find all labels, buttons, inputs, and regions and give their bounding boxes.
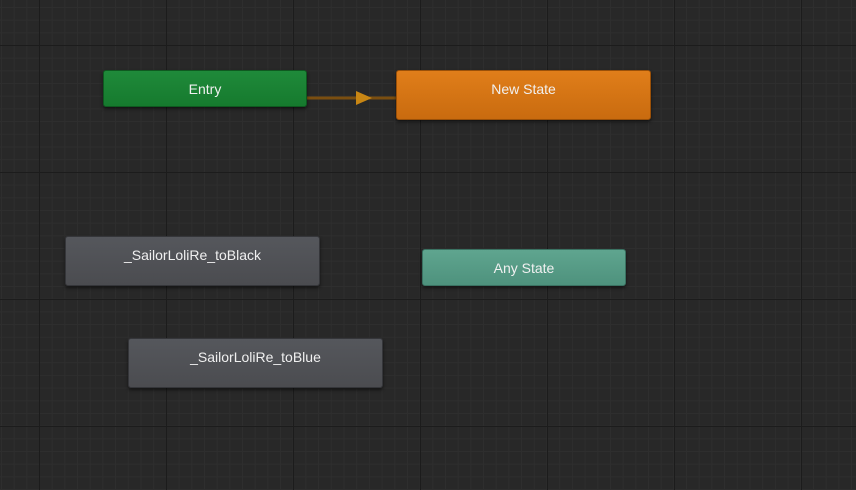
entry-node-label: Entry [188, 81, 222, 97]
state-node-to-blue[interactable]: _SailorLoliRe_toBlue [128, 338, 383, 388]
entry-node[interactable]: Entry [103, 70, 307, 107]
any-state-node-label: Any State [493, 260, 555, 276]
state-node-to-blue-label: _SailorLoliRe_toBlue [190, 349, 321, 365]
state-node-to-black-label: _SailorLoliRe_toBlack [124, 247, 261, 263]
new-state-node[interactable]: New State [396, 70, 651, 120]
any-state-node[interactable]: Any State [422, 249, 626, 286]
new-state-node-label: New State [491, 81, 556, 97]
state-node-to-black[interactable]: _SailorLoliRe_toBlack [65, 236, 320, 286]
animator-graph-canvas[interactable]: Entry New State _SailorLoliRe_toBlack An… [0, 0, 856, 490]
